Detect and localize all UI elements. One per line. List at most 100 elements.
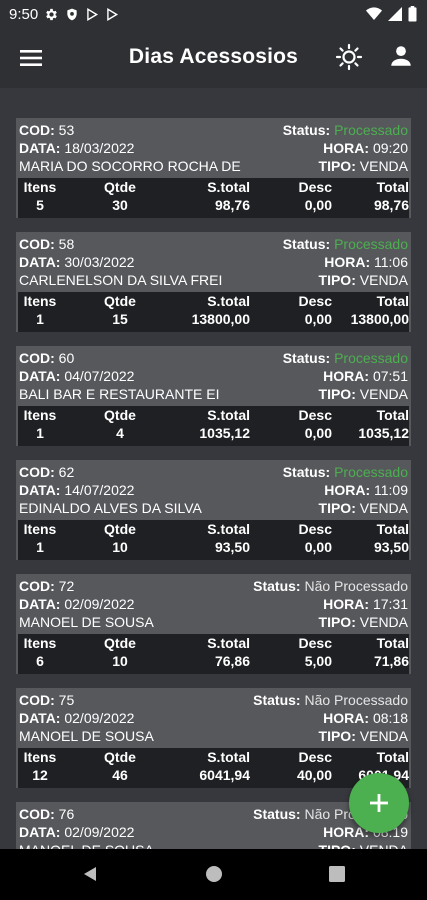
order-customer: MANOEL DE SOUSA — [19, 728, 154, 744]
plus-icon — [370, 794, 388, 812]
order-customer: CARLENELSON DA SILVA FREI — [19, 272, 223, 288]
app-bar: Dias Acessosios — [0, 28, 427, 88]
summary-header-qtde: Qtde — [104, 293, 136, 309]
summary-desc: 0,00 — [304, 311, 332, 327]
summary-header-stotal: S.total — [207, 293, 250, 309]
status-bar-right — [366, 6, 417, 22]
summary-header-itens: Itens — [23, 749, 57, 765]
order-card[interactable]: COD: 60 Status: Processado DATA: 04/07/2… — [16, 346, 411, 446]
summary-header-itens: Itens — [23, 521, 57, 537]
summary-header-qtde: Qtde — [104, 407, 136, 423]
order-type: TIPO: VENDA — [318, 272, 408, 288]
summary-header-stotal: S.total — [207, 749, 250, 765]
status-time: 9:50 — [9, 5, 39, 23]
summary-header-total: Total — [376, 179, 409, 195]
summary-header-stotal: S.total — [207, 407, 250, 423]
gear-icon — [46, 8, 58, 20]
order-card[interactable]: COD: 75 Status: Não Processado DATA: 02/… — [16, 688, 411, 788]
summary-itens: 5 — [36, 197, 44, 213]
order-code: COD: 60 — [19, 350, 75, 366]
summary-header-desc: Desc — [298, 179, 332, 195]
order-type: TIPO: VENDA — [319, 841, 408, 849]
summary-qtde: 46 — [112, 767, 128, 783]
summary-itens: 6 — [36, 653, 44, 669]
summary-stotal: 76,86 — [214, 653, 250, 669]
order-summary: Itens Qtde S.total Desc Total 12 46 6041… — [18, 748, 409, 788]
order-customer: MANOEL DE SOUSA — [19, 614, 154, 630]
summary-desc: 0,00 — [304, 539, 332, 555]
summary-header-desc: Desc — [298, 749, 332, 765]
summary-header-stotal: S.total — [207, 179, 250, 195]
order-type: TIPO: VENDA — [318, 386, 408, 402]
shield-icon — [67, 8, 77, 20]
summary-header-qtde: Qtde — [104, 179, 136, 195]
summary-itens: 1 — [36, 425, 44, 441]
order-status: Status: Processado — [282, 464, 408, 480]
order-status: Status: Processado — [282, 350, 408, 366]
summary-total: 1035,12 — [358, 425, 409, 441]
order-code: COD: 76 — [19, 806, 75, 822]
play-store-icon — [87, 7, 99, 21]
nav-home-button[interactable] — [205, 865, 223, 888]
summary-qtde: 4 — [116, 425, 124, 441]
order-customer: MARIA DO SOCORRO ROCHA DE — [19, 158, 241, 174]
order-card[interactable]: COD: 53 Status: Processado DATA: 18/03/2… — [16, 118, 411, 218]
system-nav-bar — [0, 849, 427, 900]
order-card[interactable]: COD: 62 Status: Processado DATA: 14/07/2… — [16, 460, 411, 560]
summary-header-desc: Desc — [298, 635, 332, 651]
order-time: HORA: 07:51 — [323, 368, 408, 384]
order-summary: Itens Qtde S.total Desc Total 1 15 13800… — [18, 292, 409, 332]
summary-total: 71,86 — [373, 653, 409, 669]
theme-toggle-button[interactable] — [335, 43, 363, 71]
summary-header-desc: Desc — [298, 293, 332, 309]
summary-qtde: 15 — [112, 311, 128, 327]
person-icon — [391, 46, 411, 66]
order-date: DATA: 04/07/2022 — [19, 368, 135, 384]
summary-header-qtde: Qtde — [104, 749, 136, 765]
order-type: TIPO: VENDA — [318, 728, 408, 744]
summary-stotal: 98,76 — [214, 197, 250, 213]
nav-back-button[interactable] — [81, 865, 99, 888]
summary-qtde: 10 — [112, 653, 128, 669]
order-code: COD: 72 — [19, 578, 75, 594]
summary-total: 13800,00 — [350, 311, 409, 327]
summary-header-total: Total — [376, 293, 409, 309]
summary-header-desc: Desc — [298, 407, 332, 423]
order-summary: Itens Qtde S.total Desc Total 6 10 76,86… — [18, 634, 409, 674]
order-customer: BALI BAR E RESTAURANTE EI — [19, 386, 220, 402]
order-date: DATA: 30/03/2022 — [19, 254, 135, 270]
order-summary: Itens Qtde S.total Desc Total 5 30 98,76… — [18, 178, 409, 218]
summary-header-total: Total — [376, 749, 409, 765]
summary-header-itens: Itens — [23, 179, 57, 195]
nav-recents-button[interactable] — [329, 866, 345, 887]
account-button[interactable] — [388, 43, 416, 71]
order-type: TIPO: VENDA — [318, 614, 408, 630]
signal-icon — [388, 7, 402, 21]
order-type: TIPO: VENDA — [318, 158, 408, 174]
summary-header-itens: Itens — [23, 293, 57, 309]
summary-header-qtde: Qtde — [104, 635, 136, 651]
sun-icon — [335, 43, 363, 71]
summary-desc: 0,00 — [304, 197, 332, 213]
order-code: COD: 62 — [19, 464, 75, 480]
wifi-icon — [366, 7, 382, 20]
home-icon — [206, 866, 222, 882]
summary-total: 93,50 — [373, 539, 409, 555]
summary-desc: 40,00 — [296, 767, 332, 783]
order-status: Status: Processado — [282, 122, 408, 138]
order-card[interactable]: COD: 72 Status: Não Processado DATA: 02/… — [16, 574, 411, 674]
status-bar-left: 9:50 — [9, 6, 119, 23]
order-time: HORA: 11:09 — [324, 482, 408, 498]
summary-stotal: 93,50 — [214, 539, 250, 555]
order-card[interactable]: COD: 58 Status: Processado DATA: 30/03/2… — [16, 232, 411, 332]
order-date: DATA: 02/09/2022 — [19, 824, 135, 840]
add-order-button[interactable] — [349, 773, 409, 833]
order-date: DATA: 02/09/2022 — [19, 710, 135, 726]
summary-itens: 1 — [36, 311, 44, 327]
order-list[interactable]: COD: 53 Status: Processado DATA: 18/03/2… — [0, 88, 427, 849]
summary-qtde: 30 — [112, 197, 128, 213]
summary-header-desc: Desc — [298, 521, 332, 537]
summary-header-itens: Itens — [23, 407, 57, 423]
order-time: HORA: 08:18 — [323, 710, 408, 726]
summary-stotal: 13800,00 — [191, 311, 250, 327]
